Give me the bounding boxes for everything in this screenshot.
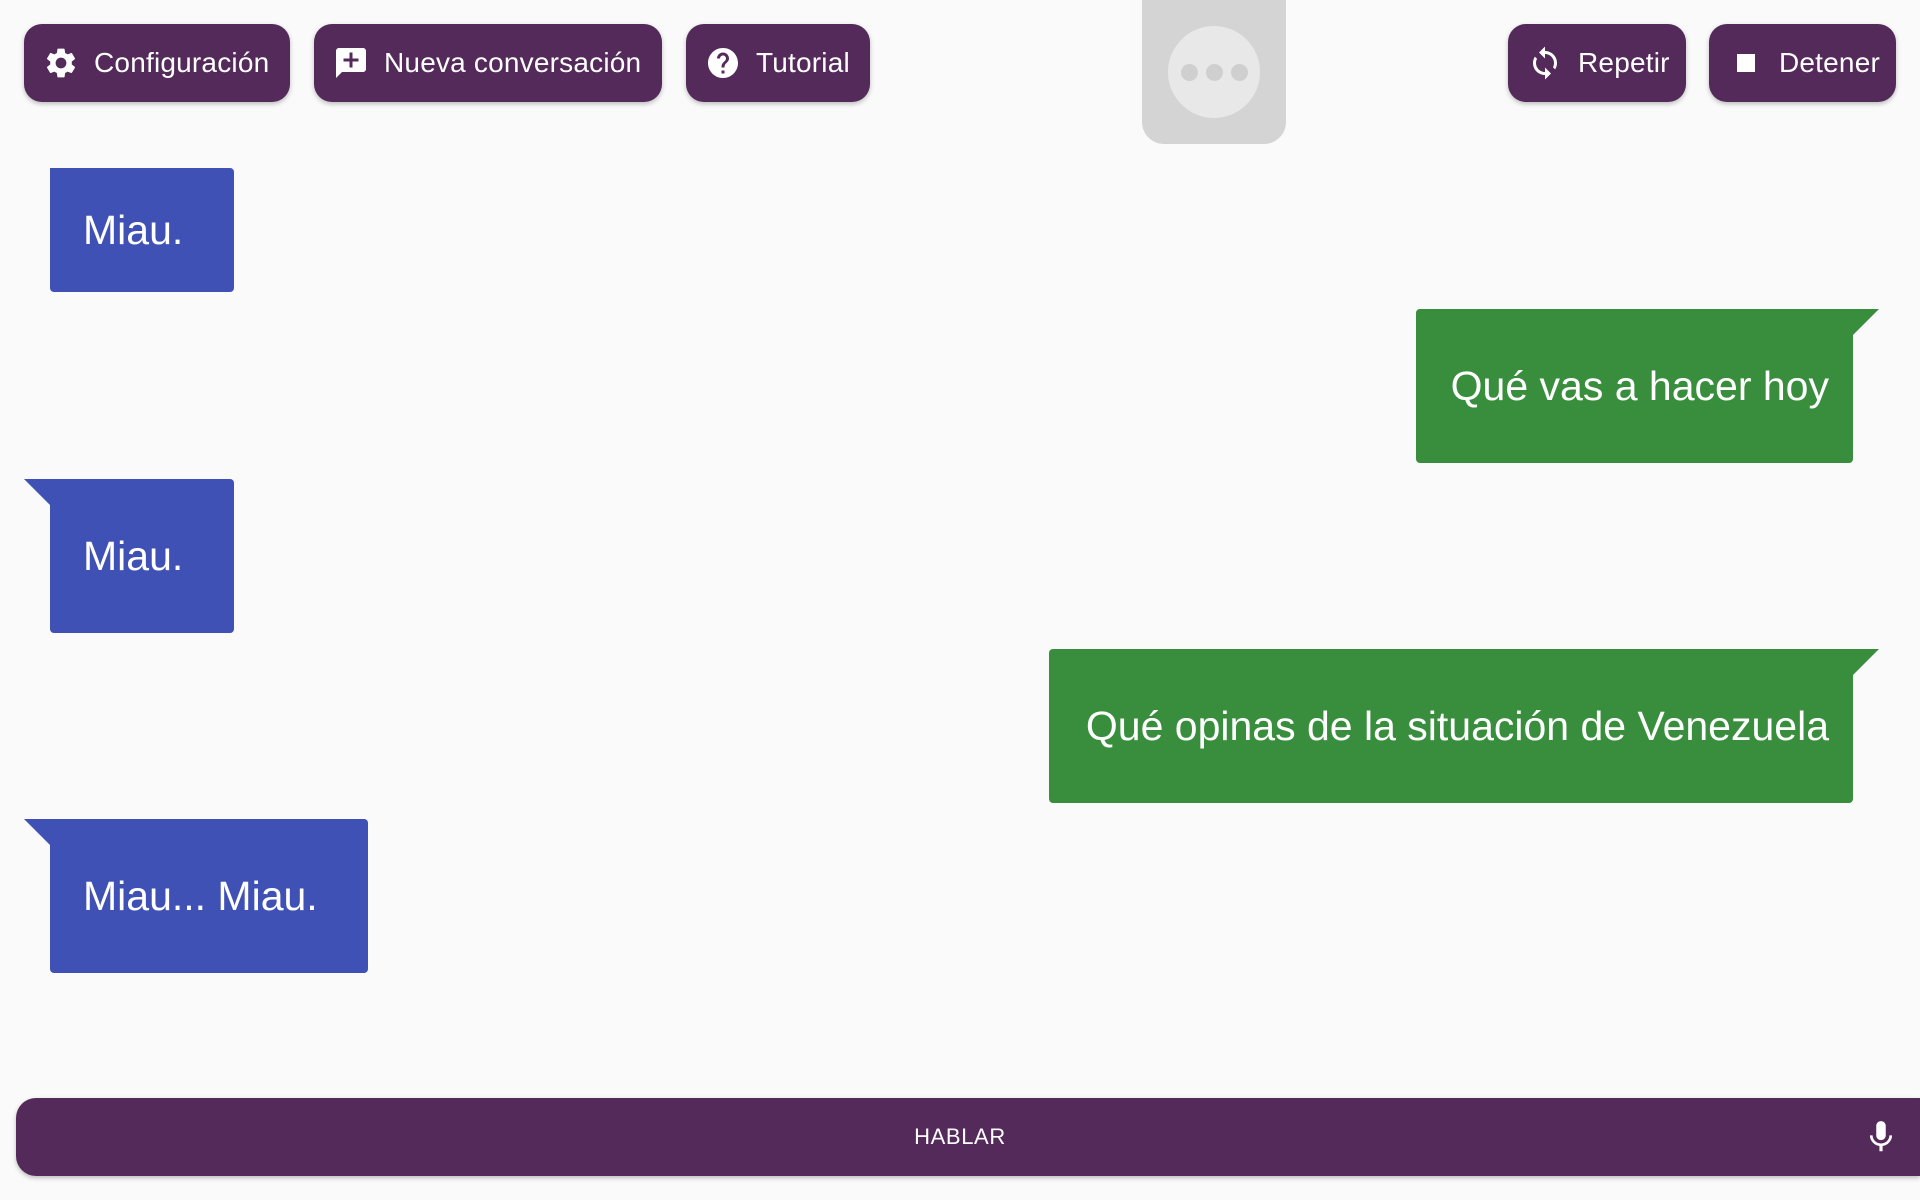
stop-button[interactable]: Detener [1709,24,1896,102]
message-text: Miau... Miau. [83,872,318,919]
message-text: Qué vas a hacer hoy [1450,362,1829,409]
gear-icon [42,44,80,82]
talk-button-label: HABLAR [914,1124,1006,1149]
ellipsis-icon [1168,26,1260,118]
user-message: Qué vas a hacer hoy [1416,309,1879,463]
bubble-tail [24,819,50,845]
repeat-button[interactable]: Repetir [1508,24,1686,102]
typing-dot [1180,63,1198,81]
assistant-message: Miau. [50,168,234,292]
stop-button-label: Detener [1778,47,1880,78]
help-icon [704,44,742,82]
user-message: Qué opinas de la situación de Venezuela [1049,649,1879,803]
sync-icon [1526,44,1564,82]
settings-button-label: Configuración [94,47,270,78]
message-text: Miau. [83,532,184,579]
settings-button[interactable]: Configuración [24,24,290,102]
microphone-icon [1862,1118,1900,1156]
stop-icon [1727,44,1765,82]
tutorial-button-label: Tutorial [756,47,850,78]
add-comment-icon [332,44,370,82]
message-text: Miau. [83,206,184,253]
typing-indicator [1142,0,1286,144]
repeat-button-label: Repetir [1578,47,1670,78]
message-text: Qué opinas de la situación de Venezuela [1085,702,1829,749]
assistant-message: Miau. [24,479,234,633]
new-conversation-button-label: Nueva conversación [384,47,642,78]
bubble-tail [1853,649,1879,675]
bubble-tail [24,479,50,505]
new-conversation-button[interactable]: Nueva conversación [314,24,662,102]
talk-button[interactable]: HABLAR [16,1098,1920,1176]
typing-dot [1230,63,1248,81]
typing-dot [1205,63,1223,81]
tutorial-button[interactable]: Tutorial [686,24,870,102]
assistant-message: Miau... Miau. [24,819,368,973]
bubble-tail [1853,309,1879,335]
